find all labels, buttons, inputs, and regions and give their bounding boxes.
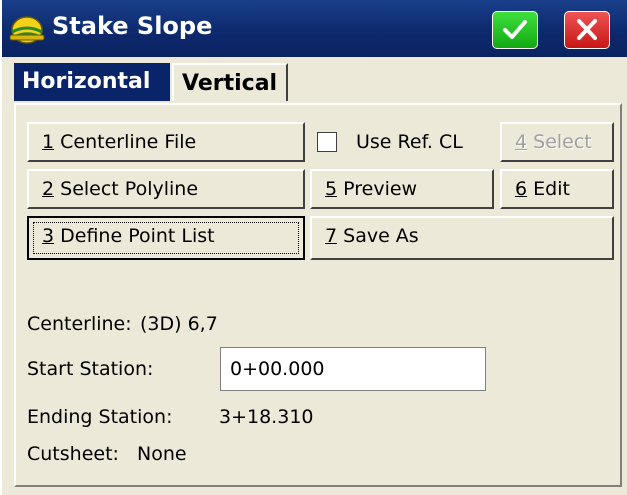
button-label: Edit	[527, 178, 570, 200]
button-label: Centerline File	[54, 131, 197, 153]
start-station-input[interactable]: 0+00.000	[220, 347, 486, 391]
focus-rectangle	[33, 222, 299, 254]
centerline-value: (3D) 6,7	[140, 313, 218, 335]
button-label: Save As	[337, 225, 419, 247]
cutsheet-value: None	[137, 443, 187, 465]
select-button[interactable]: 4 Select	[500, 122, 614, 162]
hotkey: 6	[515, 178, 528, 200]
edit-button[interactable]: 6 Edit	[500, 169, 614, 209]
close-button[interactable]	[564, 11, 610, 49]
hotkey: 2	[42, 178, 55, 200]
ending-station-value: 3+18.310	[219, 406, 314, 428]
hotkey: 7	[325, 225, 338, 247]
tab-horizontal[interactable]: Horizontal	[14, 63, 170, 101]
select-polyline-button[interactable]: 2 Select Polyline	[27, 169, 305, 209]
stake-slope-dialog: Stake Slope Horizontal Vertical 1 Center…	[2, 0, 627, 495]
use-ref-cl-checkbox[interactable]	[317, 132, 337, 152]
tab-vertical[interactable]: Vertical	[172, 63, 288, 101]
hotkey: 4	[515, 131, 528, 153]
cutsheet-label: Cutsheet:	[27, 443, 119, 465]
window-title: Stake Slope	[52, 12, 213, 40]
button-label: Preview	[337, 178, 418, 200]
close-icon	[577, 19, 597, 40]
button-label: Select	[527, 131, 592, 153]
define-point-list-button[interactable]: 3 Define Point List	[27, 216, 305, 260]
centerline-label: Centerline:	[27, 313, 132, 335]
ok-button[interactable]	[492, 11, 538, 49]
centerline-file-button[interactable]: 1 Centerline File	[27, 122, 305, 162]
checkmark-icon	[503, 20, 527, 39]
hotkey: 1	[42, 131, 55, 153]
tab-strip: Horizontal Vertical	[2, 57, 627, 103]
helmet-icon	[8, 10, 46, 48]
save-as-button[interactable]: 7 Save As	[310, 216, 614, 260]
hotkey: 5	[325, 178, 338, 200]
preview-button[interactable]: 5 Preview	[310, 169, 494, 209]
title-bar: Stake Slope	[2, 0, 627, 57]
ending-station-label: Ending Station:	[27, 406, 173, 428]
use-ref-cl-label[interactable]: Use Ref. CL	[356, 131, 463, 153]
start-station-label: Start Station:	[27, 358, 154, 380]
button-label: Select Polyline	[54, 178, 199, 200]
